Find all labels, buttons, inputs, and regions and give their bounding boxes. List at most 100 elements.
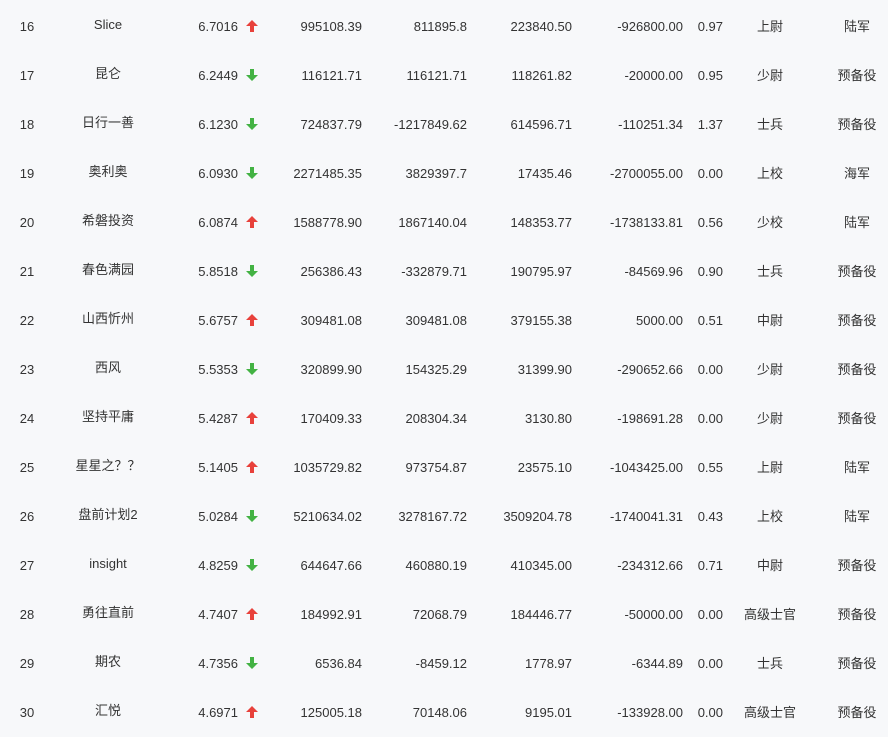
military-rank-cell: 少尉 bbox=[756, 68, 783, 83]
value2-cell: -8459.12 bbox=[415, 656, 467, 671]
value2-cell: -1217849.62 bbox=[393, 117, 467, 132]
score-cell: 5.4287 bbox=[198, 411, 238, 426]
value3-cell: 379155.38 bbox=[510, 313, 572, 328]
score-cell: 5.6757 bbox=[198, 313, 238, 328]
value3-cell: 223840.50 bbox=[510, 19, 572, 34]
rank-cell: 21 bbox=[19, 264, 35, 279]
name-cell: 勇往直前 bbox=[81, 605, 134, 620]
branch-cell: 陆军 bbox=[843, 460, 870, 475]
value2-cell: 1867140.04 bbox=[398, 215, 467, 230]
arrow-down-icon bbox=[244, 149, 260, 198]
military-rank-cell: 高级士官 bbox=[743, 607, 796, 622]
value4-cell: -2700055.00 bbox=[609, 166, 683, 181]
table-row[interactable]: 28 勇往直前 4.7407 184992.91 72068.79 184446.77 -5… bbox=[0, 590, 888, 639]
name-cell: 坚持平庸 bbox=[81, 409, 134, 424]
arrow-down-icon bbox=[244, 247, 260, 296]
value4-cell: -926800.00 bbox=[617, 19, 683, 34]
name-cell: 星星之？？ bbox=[75, 458, 141, 473]
score-cell: 4.8259 bbox=[198, 558, 238, 573]
arrow-up-icon bbox=[244, 296, 260, 345]
branch-cell: 陆军 bbox=[843, 19, 870, 34]
table-row[interactable]: 29 期农 4.7356 6536.84 -8459.12 1778.97 -6344.89… bbox=[0, 639, 888, 688]
branch-cell: 预备役 bbox=[837, 313, 877, 328]
arrow-down-icon bbox=[244, 541, 260, 590]
value2-cell: 973754.87 bbox=[405, 460, 467, 475]
name-cell: 山西忻州 bbox=[81, 311, 134, 326]
branch-cell: 预备役 bbox=[837, 411, 877, 426]
arrow-up-icon bbox=[244, 443, 260, 492]
rank-cell: 23 bbox=[19, 362, 35, 377]
arrow-up-icon bbox=[244, 394, 260, 443]
branch-cell: 预备役 bbox=[837, 705, 877, 720]
value4-cell: -1740041.31 bbox=[609, 509, 683, 524]
value3-cell: 118261.82 bbox=[511, 68, 573, 83]
rank-cell: 16 bbox=[19, 19, 35, 34]
score-cell: 4.6971 bbox=[198, 705, 238, 720]
ratio-cell: 1.37 bbox=[697, 117, 723, 132]
branch-cell: 陆军 bbox=[843, 215, 870, 230]
value2-cell: 72068.79 bbox=[412, 607, 467, 622]
value4-cell: -84569.96 bbox=[624, 264, 683, 279]
name-cell: 昆仑 bbox=[94, 66, 121, 81]
arrow-up-icon bbox=[244, 590, 260, 639]
rank-cell: 26 bbox=[19, 509, 35, 524]
arrow-up-icon bbox=[244, 688, 260, 737]
value4-cell: 5000.00 bbox=[636, 313, 683, 328]
ratio-cell: 0.00 bbox=[697, 362, 723, 377]
ratio-cell: 0.43 bbox=[697, 509, 723, 524]
table-row[interactable]: 16 Slice 6.7016 995108.39 811895.8 223840.50 -… bbox=[0, 2, 888, 51]
table-row[interactable]: 30 汇悦 4.6971 125005.18 70148.06 9195.01 -13392… bbox=[0, 688, 888, 737]
value1-cell: 5210634.02 bbox=[293, 509, 362, 524]
table-row[interactable]: 17 昆仑 6.2449 116121.71 116121.71 118261.82 -20… bbox=[0, 51, 888, 100]
value2-cell: 3278167.72 bbox=[398, 509, 467, 524]
value1-cell: 1035729.82 bbox=[293, 460, 362, 475]
value3-cell: 1778.97 bbox=[525, 656, 572, 671]
table-row[interactable]: 20 希磐投资 6.0874 1588778.90 1867140.04 148353.7… bbox=[0, 198, 888, 247]
ratio-cell: 0.00 bbox=[697, 656, 723, 671]
score-cell: 5.1405 bbox=[198, 460, 238, 475]
value1-cell: 995108.39 bbox=[300, 19, 362, 34]
rank-cell: 24 bbox=[19, 411, 35, 426]
value4-cell: -1738133.81 bbox=[609, 215, 683, 230]
score-cell: 5.5353 bbox=[198, 362, 238, 377]
table-row[interactable]: 25 星星之？？ 5.1405 1035729.82 973754.87 23575.10… bbox=[0, 443, 888, 492]
table-row[interactable]: 26 盘前计划2 5.0284 5210634.02 3278167.72 3509204… bbox=[0, 492, 888, 541]
table-row[interactable]: 19 奥利奥 6.0930 2271485.35 3829397.7 17435.46 -2… bbox=[0, 149, 888, 198]
value2-cell: 208304.34 bbox=[405, 411, 467, 426]
value4-cell: -198691.28 bbox=[617, 411, 683, 426]
name-cell: 希磐投资 bbox=[81, 213, 134, 228]
value2-cell: 3829397.7 bbox=[405, 166, 467, 181]
rank-cell: 30 bbox=[19, 705, 35, 720]
table-row[interactable]: 22 山西忻州 5.6757 309481.08 309481.08 379155.38 5… bbox=[0, 296, 888, 345]
ratio-cell: 0.00 bbox=[697, 411, 723, 426]
table-row[interactable]: 27 insight 4.8259 644647.66 460880.19 410345.… bbox=[0, 541, 888, 590]
score-cell: 6.7016 bbox=[198, 19, 238, 34]
value2-cell: 70148.06 bbox=[412, 705, 467, 720]
value3-cell: 190795.97 bbox=[510, 264, 572, 279]
ranking-table: 16 Slice 6.7016 995108.39 811895.8 223840.50 -… bbox=[0, 0, 888, 733]
table-row[interactable]: 23 西风 5.5353 320899.90 154325.29 31399.90 -290… bbox=[0, 345, 888, 394]
branch-cell: 预备役 bbox=[837, 362, 877, 377]
branch-cell: 海军 bbox=[843, 166, 870, 181]
name-cell: 西风 bbox=[94, 360, 121, 375]
name-cell: 期农 bbox=[94, 654, 121, 669]
score-cell: 6.2449 bbox=[198, 68, 238, 83]
rank-cell: 20 bbox=[19, 215, 35, 230]
value3-cell: 17435.46 bbox=[517, 166, 572, 181]
value1-cell: 724837.79 bbox=[300, 117, 362, 132]
value3-cell: 184446.77 bbox=[510, 607, 572, 622]
arrow-down-icon bbox=[244, 100, 260, 149]
value3-cell: 3509204.78 bbox=[503, 509, 572, 524]
table-row[interactable]: 21 春色满园 5.8518 256386.43 -332879.71 190795.97… bbox=[0, 247, 888, 296]
value1-cell: 170409.33 bbox=[300, 411, 362, 426]
ratio-cell: 0.90 bbox=[697, 264, 723, 279]
table-row[interactable]: 24 坚持平庸 5.4287 170409.33 208304.34 3130.80 -19… bbox=[0, 394, 888, 443]
ratio-cell: 0.51 bbox=[697, 313, 723, 328]
ratio-cell: 0.71 bbox=[697, 558, 723, 573]
name-cell: 盘前计划2 bbox=[78, 507, 138, 522]
military-rank-cell: 中尉 bbox=[756, 313, 783, 328]
table-row[interactable]: 18 日行一善 6.1230 724837.79 -1217849.62 614596.7… bbox=[0, 100, 888, 149]
value3-cell: 31399.90 bbox=[517, 362, 572, 377]
value1-cell: 644647.66 bbox=[300, 558, 362, 573]
value3-cell: 614596.71 bbox=[510, 117, 572, 132]
